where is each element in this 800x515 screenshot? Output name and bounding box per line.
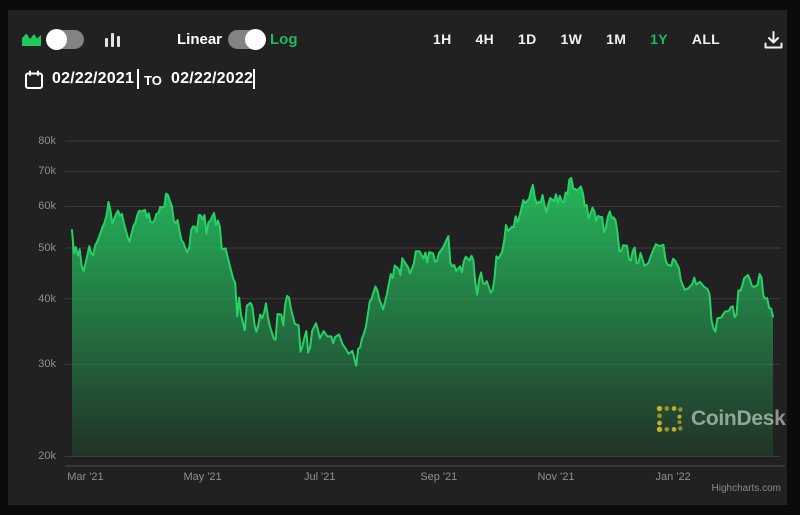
coindesk-watermark: CoinDesk bbox=[655, 404, 785, 433]
x-axis-label: Mar '21 bbox=[50, 471, 120, 483]
x-axis-label: Jul '21 bbox=[285, 471, 355, 483]
y-axis-label: 60k bbox=[12, 200, 56, 212]
x-axis-label: May '21 bbox=[168, 471, 238, 483]
y-axis-label: 30k bbox=[12, 358, 56, 370]
chart-plot-area[interactable]: 80k 70k 60k 50k 40k 30k 20k Mar '21 May '21 Jul '… bbox=[8, 10, 787, 505]
highcharts-credits[interactable]: Highcharts.com bbox=[712, 483, 781, 494]
y-axis-label: 40k bbox=[12, 293, 56, 305]
x-axis-label: Jan '22 bbox=[638, 471, 708, 483]
x-axis-label: Nov '21 bbox=[521, 471, 591, 483]
coindesk-logo-icon bbox=[655, 404, 684, 433]
y-axis-label: 20k bbox=[12, 450, 56, 462]
y-axis-label: 50k bbox=[12, 242, 56, 254]
coindesk-brand-text: CoinDesk bbox=[691, 407, 785, 431]
y-axis-label: 70k bbox=[12, 165, 56, 177]
y-axis-label: 80k bbox=[12, 135, 56, 147]
x-axis-label: Sep '21 bbox=[404, 471, 474, 483]
chart-panel: Linear Log 1H4H1D1W1M1YALL bbox=[8, 10, 787, 505]
coindesk-chart-widget: Linear Log 1H4H1D1W1M1YALL bbox=[0, 0, 800, 515]
